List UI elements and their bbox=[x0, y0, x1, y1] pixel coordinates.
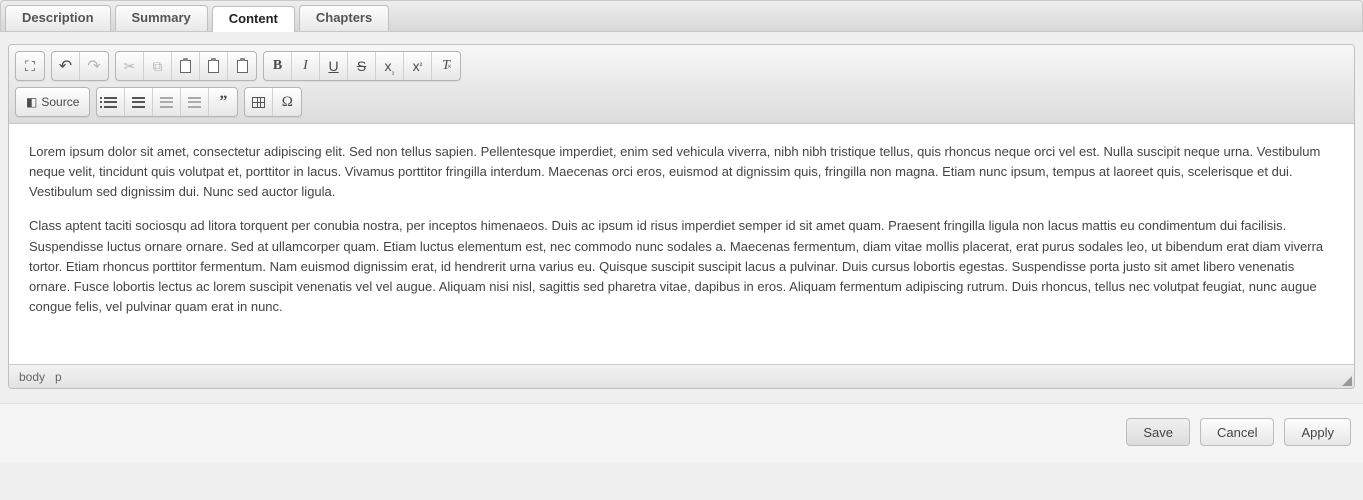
maximize-button[interactable]: ⛶ bbox=[16, 52, 44, 80]
bullet-list-icon bbox=[132, 97, 145, 108]
editor-toolbar: ⛶ ↶ ↷ ✂ ⧉ B I U S bbox=[9, 45, 1354, 124]
save-button[interactable]: Save bbox=[1126, 418, 1190, 446]
cut-button[interactable]: ✂ bbox=[116, 52, 144, 80]
table-button[interactable] bbox=[245, 88, 273, 116]
tab-description[interactable]: Description bbox=[5, 5, 111, 31]
indent-button[interactable] bbox=[181, 88, 209, 116]
maximize-icon: ⛶ bbox=[25, 58, 35, 75]
indent-icon bbox=[188, 97, 201, 108]
strike-button[interactable]: S bbox=[348, 52, 376, 80]
numbered-list-icon bbox=[104, 97, 117, 108]
elements-path-bar: body p bbox=[9, 364, 1354, 388]
redo-icon: ↷ bbox=[87, 56, 100, 76]
form-actions: Save Cancel Apply bbox=[0, 403, 1363, 462]
elements-path-item-body[interactable]: body bbox=[19, 370, 45, 384]
superscript-icon: x² bbox=[413, 58, 423, 74]
bullet-list-button[interactable] bbox=[125, 88, 153, 116]
italic-icon: I bbox=[303, 58, 308, 74]
omega-icon: Ω bbox=[282, 94, 293, 111]
blockquote-button[interactable]: ” bbox=[209, 88, 237, 116]
tab-summary[interactable]: Summary bbox=[115, 5, 208, 31]
underline-button[interactable]: U bbox=[320, 52, 348, 80]
elements-path-item-p[interactable]: p bbox=[55, 370, 62, 384]
editor-container: ⛶ ↶ ↷ ✂ ⧉ B I U S bbox=[8, 44, 1355, 389]
undo-button[interactable]: ↶ bbox=[52, 52, 80, 80]
italic-button[interactable]: I bbox=[292, 52, 320, 80]
subscript-icon: x₂ bbox=[384, 58, 394, 74]
paste-word-icon bbox=[237, 60, 248, 73]
outdent-button[interactable] bbox=[153, 88, 181, 116]
source-label: Source bbox=[41, 95, 79, 109]
blockquote-icon: ” bbox=[219, 93, 227, 111]
table-icon bbox=[252, 97, 265, 108]
bold-button[interactable]: B bbox=[264, 52, 292, 80]
paste-text-icon bbox=[208, 60, 219, 73]
bold-icon: B bbox=[273, 58, 282, 74]
superscript-button[interactable]: x² bbox=[404, 52, 432, 80]
editor-content-area[interactable]: Lorem ipsum dolor sit amet, consectetur … bbox=[9, 124, 1354, 364]
paste-word-button[interactable] bbox=[228, 52, 256, 80]
numbered-list-button[interactable] bbox=[97, 88, 125, 116]
underline-icon: U bbox=[328, 58, 338, 74]
remove-format-button[interactable]: T× bbox=[432, 52, 460, 80]
cancel-button[interactable]: Cancel bbox=[1200, 418, 1274, 446]
source-button[interactable]: ◧ Source bbox=[16, 88, 89, 116]
tab-content[interactable]: Content bbox=[212, 6, 295, 32]
strike-icon: S bbox=[357, 58, 366, 74]
apply-button[interactable]: Apply bbox=[1284, 418, 1351, 446]
subscript-button[interactable]: x₂ bbox=[376, 52, 404, 80]
tab-strip: Description Summary Content Chapters bbox=[0, 0, 1363, 32]
content-paragraph: Lorem ipsum dolor sit amet, consectetur … bbox=[29, 142, 1334, 202]
undo-icon: ↶ bbox=[59, 56, 72, 76]
copy-button[interactable]: ⧉ bbox=[144, 52, 172, 80]
paste-icon bbox=[180, 60, 191, 73]
scissors-icon: ✂ bbox=[124, 58, 136, 75]
outdent-icon bbox=[160, 97, 173, 108]
content-paragraph: Class aptent taciti sociosqu ad litora t… bbox=[29, 216, 1334, 317]
remove-format-icon: T× bbox=[442, 58, 450, 74]
tab-chapters[interactable]: Chapters bbox=[299, 5, 389, 31]
paste-text-button[interactable] bbox=[200, 52, 228, 80]
source-icon: ◧ bbox=[26, 95, 37, 109]
resize-handle[interactable] bbox=[1342, 376, 1352, 386]
paste-button[interactable] bbox=[172, 52, 200, 80]
redo-button[interactable]: ↷ bbox=[80, 52, 108, 80]
copy-icon: ⧉ bbox=[153, 58, 163, 75]
special-char-button[interactable]: Ω bbox=[273, 88, 301, 116]
